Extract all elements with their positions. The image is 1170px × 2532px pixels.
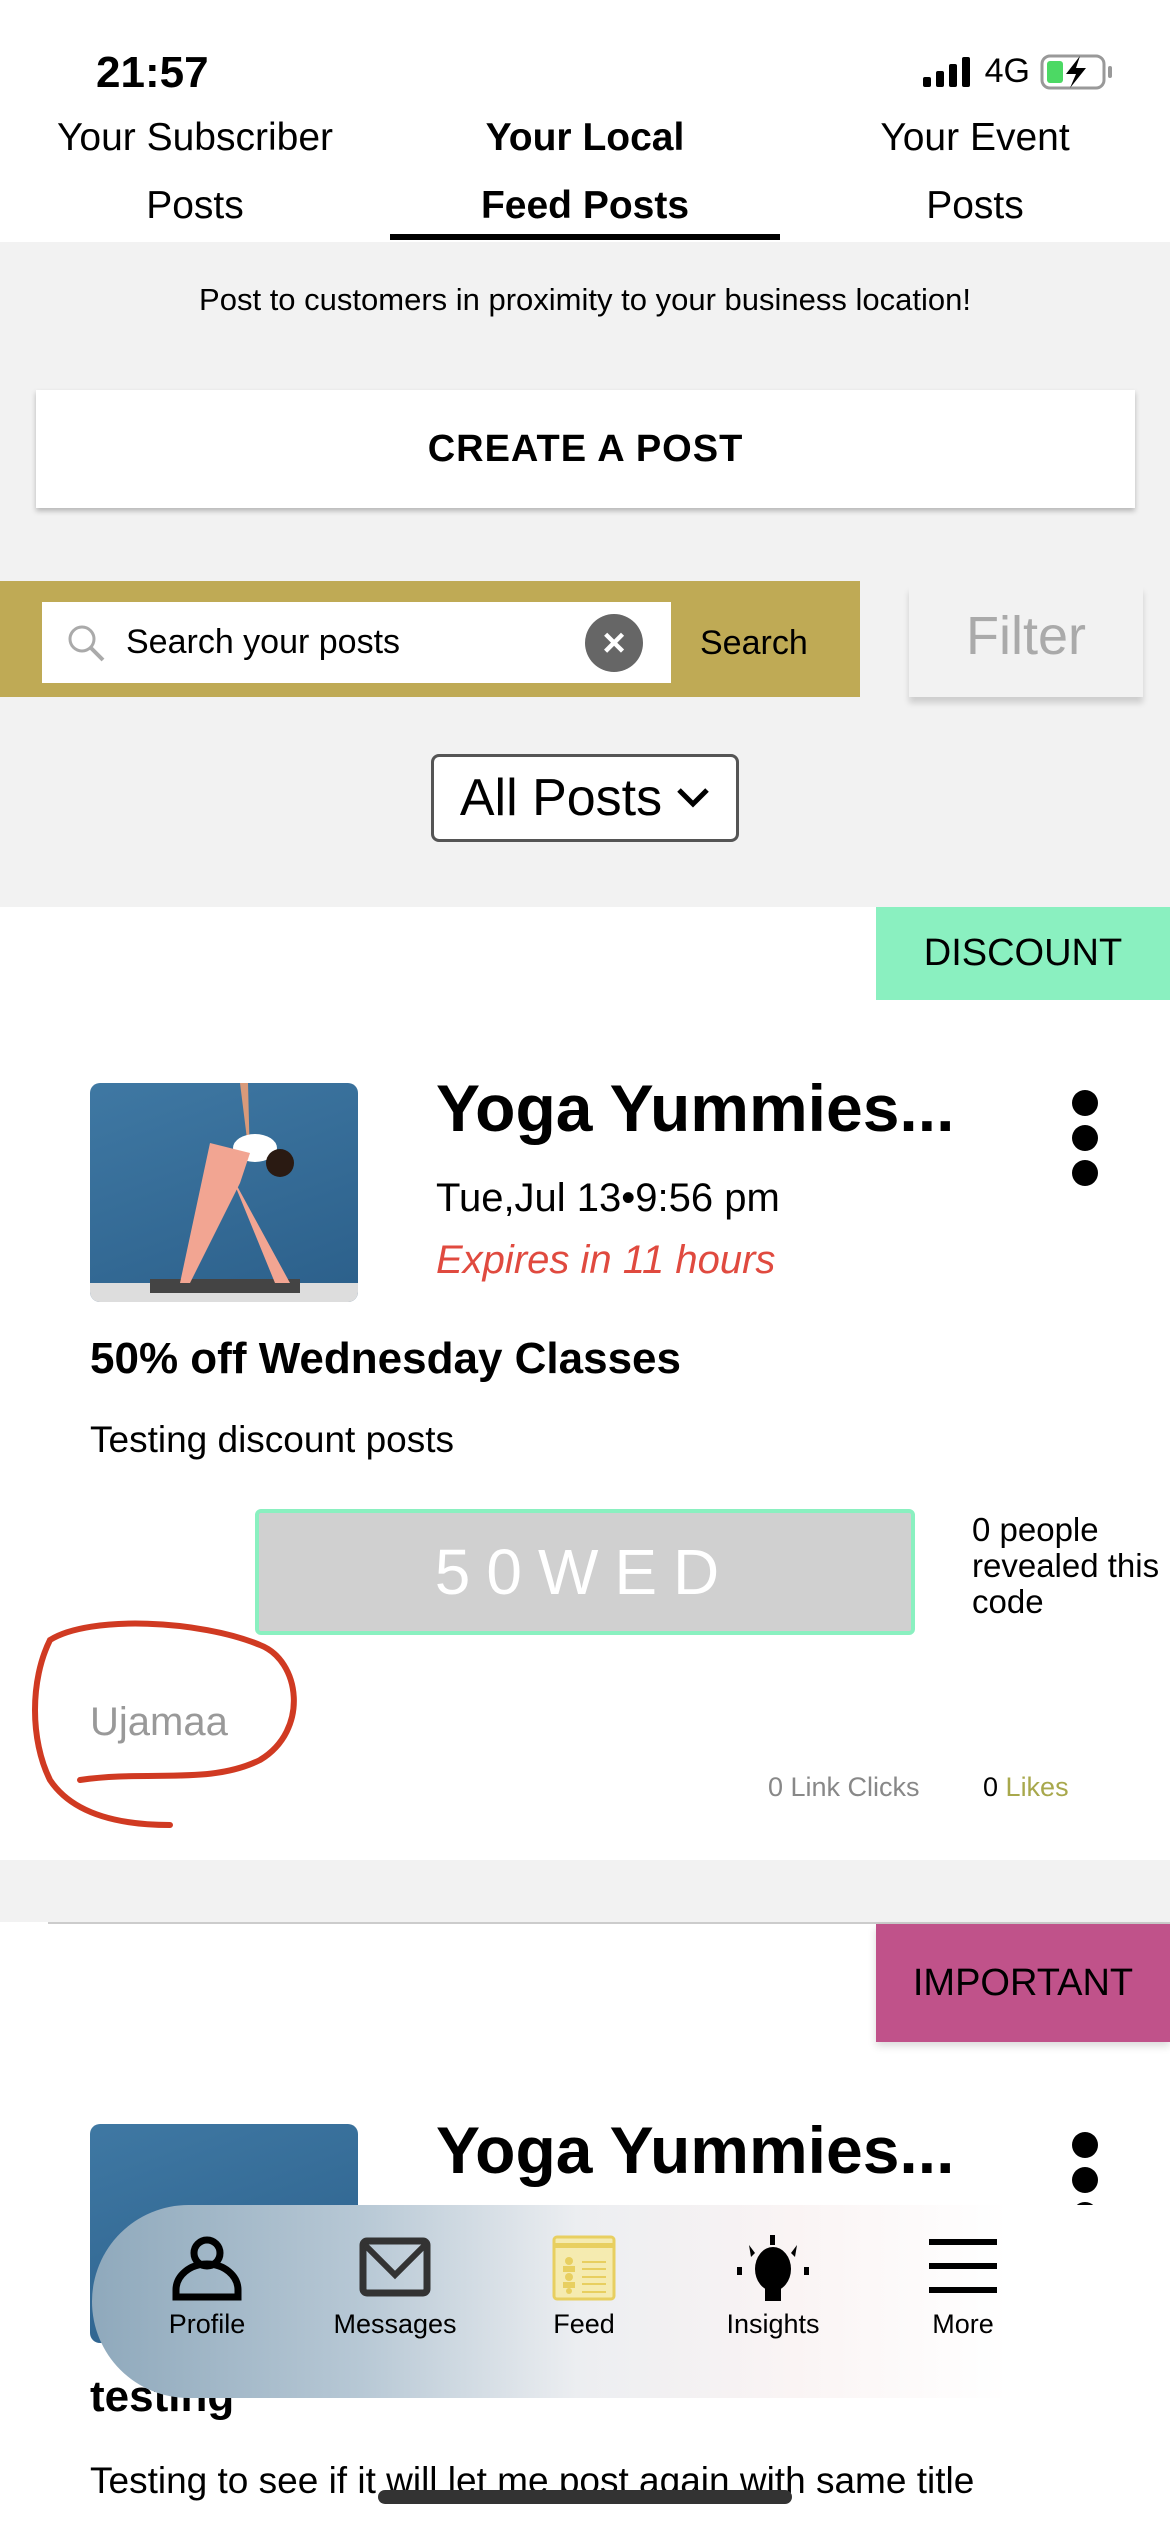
tab-label: Posts (926, 184, 1024, 227)
battery-charging-icon (1040, 54, 1112, 89)
nav-messages[interactable]: Messages (320, 2235, 470, 2340)
feed-icon (552, 2235, 616, 2301)
network-label: 4G (984, 52, 1030, 90)
nav-more[interactable]: More (888, 2235, 1038, 2340)
nav-insights[interactable]: Insights (698, 2235, 848, 2340)
tab-label: Posts (146, 184, 244, 227)
tab-label: Your Event (880, 116, 1070, 159)
tab-subscriber-posts[interactable]: Your Subscriber Posts (0, 104, 390, 240)
envelope-icon (359, 2237, 431, 2297)
filter-button[interactable]: Filter (909, 586, 1143, 697)
tab-label: Feed Posts (480, 184, 690, 227)
tab-event-posts[interactable]: Your Event Posts (780, 104, 1170, 240)
post-description: Testing discount posts (90, 1419, 455, 1460)
yoga-photo (90, 1083, 358, 1302)
status-icons: 4G (922, 52, 1114, 91)
post-business-name: Yoga Yummies... (436, 1071, 955, 1145)
person-icon (172, 2236, 242, 2301)
discount-code-button[interactable]: 50WED (255, 1509, 915, 1635)
code-reveal-count: 0 people revealed this code (972, 1511, 1160, 1620)
post-type-select[interactable]: All Posts (431, 754, 739, 842)
page-subtitle: Post to customers in proximity to your b… (199, 282, 971, 317)
tab-label: Your Subscriber (56, 116, 334, 159)
nav-feed[interactable]: Feed (509, 2235, 659, 2340)
nav-label: Insights (726, 2309, 820, 2339)
nav-label: Profile (168, 2309, 246, 2339)
tab-label: Your Local (485, 116, 685, 159)
search-icon (68, 625, 105, 661)
menu-icon (929, 2239, 997, 2293)
likes-label: Likes (1005, 1772, 1069, 1802)
post-category-badge: IMPORTANT (876, 1924, 1170, 2042)
create-post-button[interactable]: CREATE A POST (36, 390, 1135, 508)
likes-count: 0 (983, 1772, 999, 1802)
nav-label: Feed (553, 2309, 615, 2339)
chevron-down-icon (677, 788, 709, 808)
post-expiry: Expires in 11 hours (436, 1238, 776, 1282)
search-input[interactable] (126, 623, 566, 662)
post-separator (0, 1860, 1170, 1922)
link-clicks: 0 Link Clicks (768, 1772, 920, 1802)
search-field: × (42, 602, 671, 683)
status-time: 21:57 (96, 48, 209, 97)
post-category-badge: DISCOUNT (876, 907, 1170, 1000)
post-title: 50% off Wednesday Classes (90, 1334, 681, 1383)
home-indicator[interactable] (378, 2490, 792, 2504)
annotation-circle (32, 1620, 297, 1828)
likes[interactable]: 0 Likes (983, 1772, 1069, 1803)
post-image[interactable] (90, 1083, 358, 1302)
signal-icon (922, 56, 970, 87)
post-options-icon[interactable] (1072, 1090, 1100, 1186)
tab-local-feed-posts[interactable]: Your Local Feed Posts (390, 104, 780, 240)
clear-search-icon[interactable]: × (585, 614, 643, 672)
bottom-nav: Profile Messages Feed Insights More (92, 2205, 1170, 2398)
nav-label: Messages (333, 2309, 457, 2339)
post-type-selected: All Posts (459, 769, 663, 827)
search-button[interactable]: Search (700, 612, 850, 674)
lightbulb-icon (737, 2235, 809, 2301)
nav-label: More (932, 2309, 994, 2339)
post-date: Tue,Jul 13•9:56 pm (436, 1176, 780, 1220)
active-tab-indicator (390, 234, 780, 240)
post-business-name: Yoga Yummies... (436, 2113, 955, 2187)
nav-profile[interactable]: Profile (132, 2235, 282, 2340)
